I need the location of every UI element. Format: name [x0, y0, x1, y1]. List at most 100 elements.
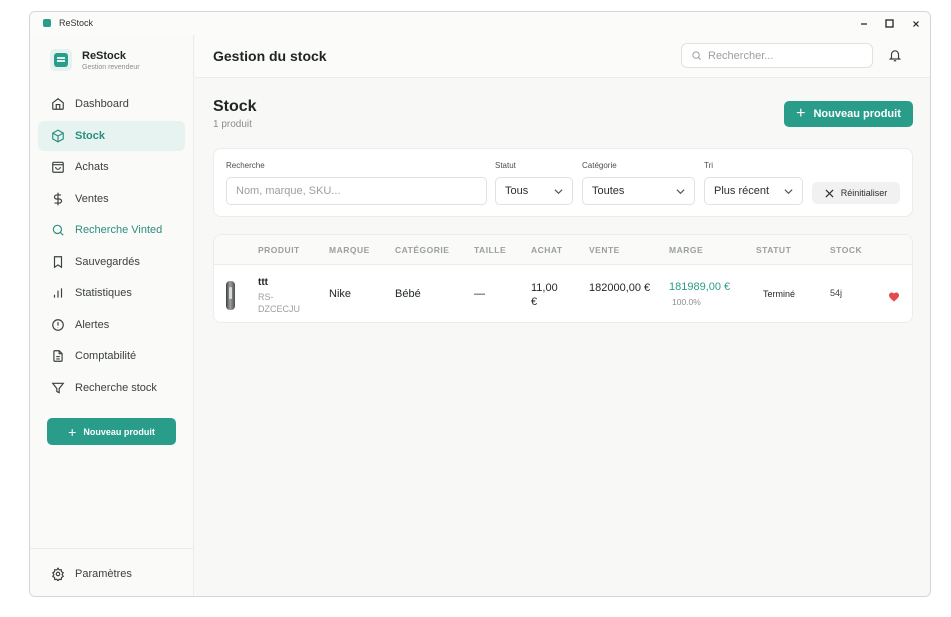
gear-icon	[51, 567, 65, 581]
sidebar-item-label: Dashboard	[75, 98, 129, 110]
product-sell-price: 182000,00 €	[589, 282, 651, 294]
global-search-input[interactable]	[708, 49, 868, 62]
product-size: —	[474, 288, 485, 300]
sidebar-item-ventes[interactable]: Ventes	[38, 184, 185, 214]
sidebar-item-label: Ventes	[75, 192, 109, 205]
table-header: Produit Marque Catégorie Taille Achat Ve…	[214, 235, 912, 265]
notifications-button[interactable]	[888, 48, 902, 68]
title-bar: ReStock	[30, 12, 930, 35]
shopping-bag-icon	[51, 160, 65, 174]
new-product-button[interactable]: + Nouveau produit	[784, 101, 913, 127]
status-select-value: Tous	[505, 185, 529, 197]
product-thumbnail	[226, 281, 235, 310]
plus-icon: +	[68, 423, 77, 440]
sidebar-item-sauvegardes[interactable]: Sauvegardés	[38, 247, 185, 277]
minimize-icon	[861, 22, 867, 25]
search-icon	[51, 223, 65, 237]
bookmark-icon	[51, 255, 65, 269]
search-filter[interactable]	[226, 177, 487, 205]
bell-icon	[888, 50, 902, 62]
filters-panel: Recherche Statut Tous Catégorie Toutes T…	[213, 148, 913, 217]
product-stock-age: 54j	[830, 288, 843, 298]
column-header-produit[interactable]: Produit	[258, 245, 300, 255]
sidebar-item-label: Sauvegardés	[75, 255, 140, 268]
sort-select[interactable]: Plus récent	[704, 177, 803, 205]
column-header-stock[interactable]: Stock	[830, 245, 862, 255]
chevron-down-icon	[554, 189, 563, 195]
column-header-marque[interactable]: Marque	[329, 245, 370, 255]
table-row[interactable]: ttt RS-DZCECJU Nike Bébé — 11,00 € 18200…	[214, 266, 912, 322]
status-select[interactable]: Tous	[495, 177, 573, 205]
sidebar-item-label: Recherche Vinted	[75, 224, 163, 236]
brand-subtitle: Gestion revendeur	[82, 63, 140, 71]
column-header-statut[interactable]: Statut	[756, 245, 791, 255]
close-icon	[913, 20, 919, 27]
app-icon	[43, 19, 51, 27]
category-filter-label: Catégorie	[582, 161, 617, 170]
sidebar-item-recherche-stock[interactable]: Recherche stock	[38, 373, 185, 403]
sidebar-item-label: Achats	[75, 161, 109, 173]
column-header-marge[interactable]: Marge	[669, 245, 703, 255]
sidebar-item-stock[interactable]: Stock	[38, 120, 185, 151]
search-filter-input[interactable]	[236, 185, 476, 197]
sidebar-item-label: Recherche stock	[75, 381, 157, 394]
product-margin: 181989,00 €	[669, 281, 731, 293]
status-filter-label: Statut	[495, 161, 516, 170]
close-button[interactable]	[904, 15, 928, 32]
main-content: Gestion du stock Stock 1 produit + Nouve…	[195, 35, 930, 596]
plus-icon: +	[796, 105, 806, 122]
sidebar-item-comptabilite[interactable]: Comptabilité	[38, 341, 185, 371]
app-window: ReStock ReStock Gestion revendeur Dashbo…	[29, 11, 931, 597]
search-icon	[692, 51, 701, 60]
sidebar-nav: Dashboard Stock Achats Ventes Recherche …	[38, 89, 185, 404]
category-select[interactable]: Toutes	[582, 177, 695, 205]
product-count: 1 produit	[213, 119, 252, 130]
column-header-taille[interactable]: Taille	[474, 245, 506, 255]
settings-label: Paramètres	[75, 568, 132, 580]
bar-chart-icon	[51, 286, 65, 300]
sidebar-new-product-button[interactable]: + Nouveau produit	[47, 418, 176, 445]
top-bar: Gestion du stock	[195, 35, 930, 78]
search-filter-label: Recherche	[226, 161, 265, 170]
header-title: Gestion du stock	[213, 48, 327, 64]
product-name: ttt	[258, 277, 268, 288]
sidebar-item-alertes[interactable]: Alertes	[38, 310, 185, 340]
status-badge: Terminé	[763, 289, 796, 299]
minimize-button[interactable]	[852, 15, 876, 32]
column-header-achat[interactable]: Achat	[531, 245, 563, 255]
settings-link[interactable]: Paramètres	[51, 567, 132, 581]
sidebar-footer: Paramètres	[30, 548, 194, 596]
close-icon	[825, 188, 834, 198]
sidebar-item-statistiques[interactable]: Statistiques	[38, 278, 185, 308]
column-header-categorie[interactable]: Catégorie	[395, 245, 449, 255]
file-text-icon	[51, 349, 65, 363]
reset-filters-button[interactable]: Réinitialiser	[812, 182, 900, 204]
sidebar-item-recherche-vinted[interactable]: Recherche Vinted	[38, 215, 185, 245]
product-sku: RS-DZCECJU	[258, 292, 300, 314]
sidebar-item-label: Comptabilité	[75, 350, 137, 362]
global-search[interactable]	[681, 43, 873, 68]
sidebar-item-achats[interactable]: Achats	[38, 152, 185, 182]
sidebar-item-dashboard[interactable]: Dashboard	[38, 89, 185, 119]
column-header-vente[interactable]: Vente	[589, 245, 620, 255]
sort-filter-label: Tri	[704, 161, 714, 170]
reset-label: Réinitialiser	[840, 188, 888, 198]
product-brand: Nike	[329, 288, 352, 300]
product-margin-percent: 100.0%	[672, 297, 701, 307]
stock-table: Produit Marque Catégorie Taille Achat Ve…	[213, 234, 913, 323]
maximize-icon	[884, 19, 894, 28]
favorite-button[interactable]	[888, 289, 900, 307]
page-title: Stock	[213, 98, 257, 115]
dollar-icon	[51, 192, 65, 206]
heart-icon	[889, 292, 899, 302]
chevron-down-icon	[676, 189, 685, 195]
maximize-button[interactable]	[877, 15, 901, 32]
alert-circle-icon	[51, 318, 65, 332]
chevron-down-icon	[784, 189, 793, 195]
new-product-label: Nouveau produit	[813, 108, 901, 120]
sidebar: ReStock Gestion revendeur Dashboard Stoc…	[30, 35, 194, 596]
sidebar-item-label: Alertes	[75, 318, 110, 331]
product-buy-price: 11,00 €	[531, 282, 558, 308]
category-select-value: Toutes	[592, 185, 625, 197]
product-category: Bébé	[395, 288, 421, 300]
